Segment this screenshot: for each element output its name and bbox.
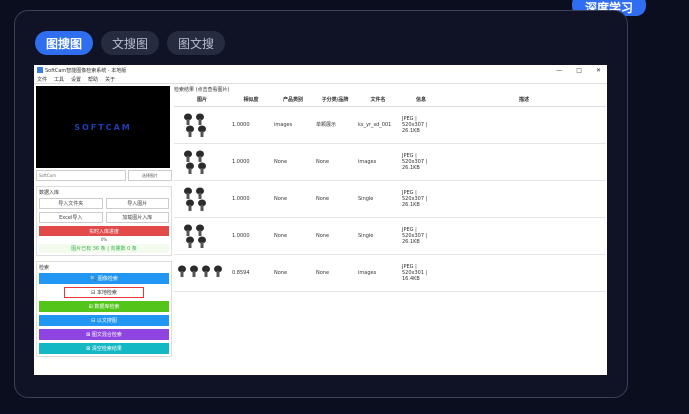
tab-image-text-search[interactable]: 图文搜 [167, 31, 226, 55]
info-line: 26.1KB [402, 164, 420, 171]
menu-item-tools[interactable]: 工具 [54, 76, 64, 83]
db-status-text: 图片已有 36 条 | 向量数 0 条 [39, 244, 169, 253]
screw-product-thumbnail[interactable] [176, 257, 226, 287]
info-line: 16.4KB [402, 275, 420, 282]
screw-product-thumbnail[interactable] [176, 220, 226, 250]
info-cell: JPEG | 520x301 | 16.4KB [400, 254, 442, 292]
image-path-input[interactable]: SoftCam [36, 170, 126, 181]
window-titlebar: SoftCam智能图像检索系统 - 本地版 — □ ✕ [34, 65, 607, 75]
search-group: 检索 🔍 图像检索 ⊟ 本地检索 ⊞ 数据库检索 ⊟ 以文搜图 ⊠ 图文混合检索… [36, 261, 172, 357]
subcategory-cell: None [314, 217, 356, 255]
similarity-cell: 1.0000 [230, 217, 272, 255]
menu-item-file[interactable]: 文件 [37, 76, 47, 83]
category-cell: images [272, 106, 314, 144]
filename-cell: Single [356, 180, 400, 218]
description-cell [442, 143, 606, 181]
description-cell [442, 106, 606, 144]
info-cell: JPEG | 520x307 | 26.1KB [400, 217, 442, 255]
filename-cell: Single [356, 217, 400, 255]
search-mode-tabs: 图搜图 文搜图 图文搜 [35, 31, 226, 55]
info-cell: JPEG | 520x307 | 26.1KB [400, 180, 442, 218]
hybrid-search-button[interactable]: ⊠ 图文混合检索 [39, 329, 169, 340]
select-image-button[interactable]: 选择图片 [128, 170, 172, 181]
filename-cell: ks_yr_sd_001 [356, 106, 400, 144]
load-into-db-button[interactable]: 加载图片入库 [105, 212, 169, 223]
subcategory-cell: None [314, 143, 356, 181]
col-similarity: 相似度 [230, 94, 272, 107]
table-row[interactable]: 1.0000 None None Single JPEG | 520x307 | 26.1K… [174, 180, 606, 218]
col-category: 产品类别 [272, 94, 314, 107]
info-line: 26.1KB [402, 201, 420, 208]
filename-cell: images [356, 254, 400, 292]
clear-results-button[interactable]: ⊠ 清空检索结果 [39, 343, 169, 354]
image-cell[interactable] [174, 143, 230, 181]
category-cell: None [272, 143, 314, 181]
control-sidebar: SOFTCAM SoftCam 选择图片 数据入库 导入文件夹 导入图片 Exc… [36, 86, 172, 373]
similarity-cell: 0.8594 [230, 254, 272, 292]
import-group: 数据入库 导入文件夹 导入图片 Excel导入 加载图片入库 实时入库进度 0%… [36, 186, 172, 256]
subcategory-cell: 单颗展示 [314, 106, 356, 144]
import-group-title: 数据入库 [39, 190, 60, 196]
tab-text-search[interactable]: 文搜图 [101, 31, 160, 55]
category-cell: None [272, 180, 314, 218]
table-row[interactable]: 0.8594 None None images JPEG | 520x301 | 16.4K… [174, 254, 606, 292]
local-search-button[interactable]: ⊟ 本地检索 [64, 287, 144, 298]
import-folder-button[interactable]: 导入文件夹 [39, 198, 103, 209]
search-group-title: 检索 [39, 265, 50, 271]
screw-product-thumbnail[interactable] [176, 183, 226, 213]
image-cell[interactable] [174, 106, 230, 144]
table-row[interactable]: 1.0000 None None Single JPEG | 520x307 | 26.1K… [174, 217, 606, 255]
similarity-cell: 1.0000 [230, 180, 272, 218]
database-search-button[interactable]: ⊞ 数据库检索 [39, 301, 169, 312]
menu-item-settings[interactable]: 设置 [71, 76, 81, 83]
results-title: 检索结果 (点击查看图片) [174, 87, 230, 93]
import-progress-percent: 0% [100, 237, 108, 242]
image-cell[interactable] [174, 254, 230, 292]
image-cell[interactable] [174, 180, 230, 218]
info-cell: JPEG | 520x307 | 26.1KB [400, 143, 442, 181]
text-to-image-button[interactable]: ⊟ 以文搜图 [39, 315, 169, 326]
col-description: 描述 [442, 94, 606, 107]
category-cell: None [272, 217, 314, 255]
filename-cell: images [356, 143, 400, 181]
menu-item-about[interactable]: 关于 [105, 76, 115, 83]
screw-product-thumbnail[interactable] [176, 146, 226, 176]
similarity-cell: 1.0000 [230, 106, 272, 144]
description-cell [442, 217, 606, 255]
image-cell[interactable] [174, 217, 230, 255]
menu-item-help[interactable]: 帮助 [88, 76, 98, 83]
subcategory-cell: None [314, 180, 356, 218]
category-cell: None [272, 254, 314, 292]
similarity-cell: 1.0000 [230, 143, 272, 181]
tab-image-search[interactable]: 图搜图 [35, 31, 94, 55]
info-cell: JPEG | 520x307 | 26.1KB [400, 106, 442, 144]
info-line: 26.1KB [402, 238, 420, 245]
close-icon[interactable]: ✕ [596, 67, 601, 74]
import-image-button[interactable]: 导入图片 [105, 198, 169, 209]
app-window-screenshot: SoftCam智能图像检索系统 - 本地版 — □ ✕ 文件 工具 设置 帮助 … [34, 65, 607, 375]
description-cell [442, 180, 606, 218]
col-info: 信息 [400, 94, 442, 107]
import-progress-bar: 实时入库进度 [39, 226, 169, 236]
screw-product-thumbnail[interactable] [176, 109, 226, 139]
image-search-button[interactable]: 🔍 图像检索 [39, 273, 169, 284]
menu-bar: 文件 工具 设置 帮助 关于 [34, 75, 607, 84]
col-filename: 文件名 [356, 94, 400, 107]
col-subcategory: 子分类/品牌 [314, 94, 356, 107]
preview-brand-logo: SOFTCAM [74, 122, 132, 132]
table-row[interactable]: 1.0000 images 单颗展示 ks_yr_sd_001 JPEG | 520x30… [174, 106, 606, 144]
maximize-icon[interactable]: □ [576, 67, 582, 74]
excel-import-button[interactable]: Excel导入 [39, 212, 103, 223]
image-preview: SOFTCAM [36, 86, 170, 168]
subcategory-cell: None [314, 254, 356, 292]
col-image: 图片 [174, 94, 230, 107]
minimize-icon[interactable]: — [556, 67, 562, 74]
description-cell [442, 254, 606, 292]
window-title: SoftCam智能图像检索系统 - 本地版 [45, 67, 127, 74]
results-area: 检索结果 (点击查看图片) 图片 相似度 产品类别 子分类/品牌 文件名 信息 … [174, 86, 606, 373]
results-table: 图片 相似度 产品类别 子分类/品牌 文件名 信息 描述 1.0000 image… [174, 94, 606, 292]
app-icon [37, 67, 43, 73]
table-row[interactable]: 1.0000 None None images JPEG | 520x307 | 26.1K… [174, 143, 606, 181]
info-line: 26.1KB [402, 127, 420, 134]
